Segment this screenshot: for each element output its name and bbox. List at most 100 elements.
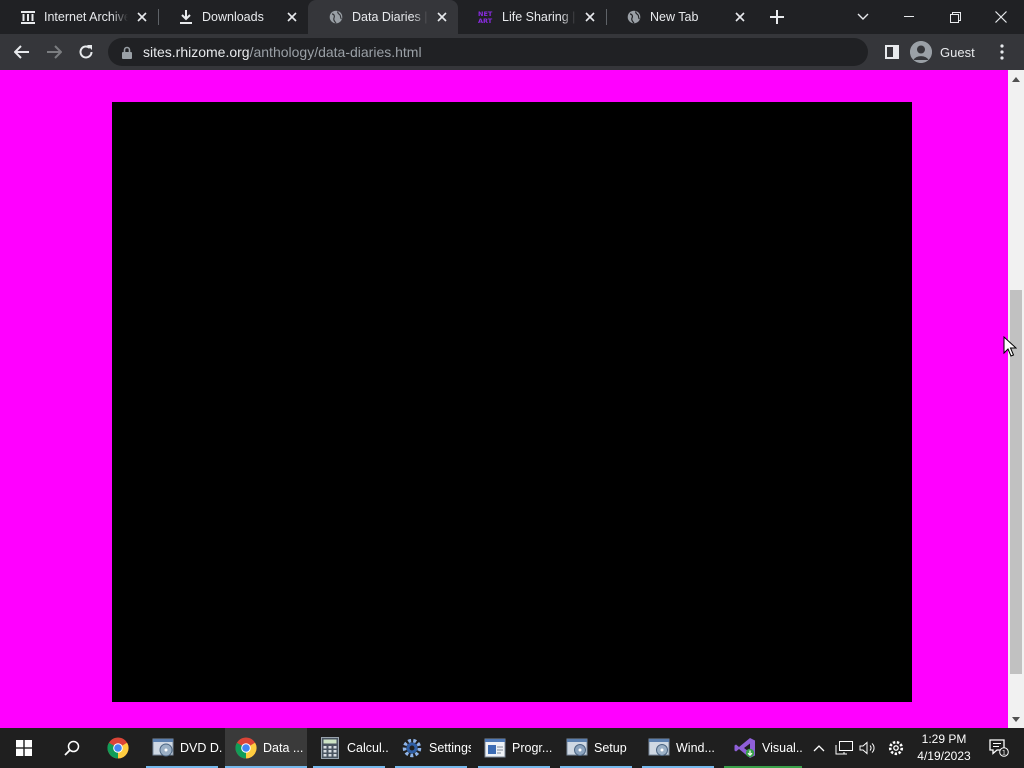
chevron-down-icon: [857, 13, 869, 20]
profile-name: Guest: [940, 44, 975, 60]
minimize-icon: [904, 16, 914, 17]
tab-search-button[interactable]: [840, 0, 886, 34]
net-art-icon: NET ART: [478, 9, 494, 25]
browser-toolbar: sites.rhizome.org/anthology/data-diaries…: [0, 34, 1024, 70]
setup-icon: [566, 737, 588, 759]
programs-icon: [484, 737, 506, 759]
menu-button[interactable]: [988, 38, 1016, 66]
new-tab-button[interactable]: [765, 5, 789, 29]
action-center-button[interactable]: 1: [984, 728, 1014, 768]
artwork-canvas[interactable]: [112, 102, 912, 702]
restore-icon: [949, 11, 961, 23]
network-icon: [835, 741, 853, 755]
windows-logo-icon: [16, 740, 32, 756]
url-host: sites.rhizome.org: [143, 44, 250, 60]
profile-button[interactable]: Guest: [910, 39, 983, 65]
tab-strip: Internet Archive: ... Downloads Data Dia…: [0, 0, 1024, 34]
scroll-up-arrow[interactable]: [1008, 72, 1024, 86]
vertical-scrollbar[interactable]: [1008, 70, 1024, 728]
speaker-icon: [859, 741, 875, 755]
taskbar-app-label: Visual...: [762, 741, 802, 755]
tab-data-diaries[interactable]: Data Diaries | Net Art: [308, 0, 458, 34]
taskbar-app-programs[interactable]: Progr...: [474, 728, 554, 768]
globe-icon: [626, 9, 642, 25]
reload-button[interactable]: [72, 38, 100, 66]
triangle-up-icon: [1012, 76, 1020, 82]
scroll-down-arrow[interactable]: [1008, 712, 1024, 726]
taskbar-app-windows-installer[interactable]: Wind...: [638, 728, 718, 768]
show-hidden-icons-button[interactable]: [808, 728, 830, 768]
taskbar-app-chrome-active[interactable]: Data ...: [225, 728, 307, 768]
tab-life-sharing[interactable]: NETART Life Sharing | Net Art: [458, 0, 606, 34]
tab-label: New Tab: [650, 10, 699, 24]
notification-icon: 1: [989, 739, 1009, 757]
tab-label: Data Diaries | Net Art: [352, 10, 428, 24]
tab-new-tab[interactable]: New Tab: [606, 0, 756, 34]
close-icon[interactable]: [732, 9, 748, 25]
taskbar-app-calculator[interactable]: Calcul...: [309, 728, 389, 768]
settings-gear-icon: [401, 737, 423, 759]
taskbar-app-label: Progr...: [512, 741, 553, 755]
taskbar-app-settings[interactable]: Settings: [391, 728, 471, 768]
kebab-menu-icon: [1000, 44, 1004, 60]
globe-icon: [328, 9, 344, 25]
taskbar-chrome-pinned[interactable]: [96, 728, 140, 768]
close-icon[interactable]: [284, 9, 300, 25]
taskbar-app-label: Settings: [429, 741, 471, 755]
download-icon: [178, 9, 194, 25]
chrome-icon: [107, 737, 129, 759]
network-button[interactable]: [832, 728, 856, 768]
page-viewport: [0, 70, 1008, 728]
lock-icon: [122, 45, 134, 59]
restore-button[interactable]: [932, 0, 978, 34]
tab-internet-archive[interactable]: Internet Archive: ...: [0, 0, 158, 34]
windows-installer-icon: [648, 737, 670, 759]
taskbar-app-label: Setup: [594, 741, 627, 755]
close-icon[interactable]: [134, 9, 150, 25]
calculator-icon: [319, 737, 341, 759]
gear-icon: [888, 740, 904, 756]
side-panel-icon: [885, 45, 899, 59]
triangle-down-icon: [1012, 716, 1020, 722]
avatar-icon: [910, 41, 932, 63]
volume-button[interactable]: [856, 728, 880, 768]
visual-studio-icon: [734, 737, 756, 759]
forward-button[interactable]: [40, 38, 68, 66]
close-window-button[interactable]: [978, 0, 1024, 34]
back-button[interactable]: [8, 38, 36, 66]
system-clock[interactable]: 1:29 PM 4/19/2023: [913, 731, 975, 765]
close-icon[interactable]: [434, 9, 450, 25]
notification-badge: 1: [1002, 749, 1006, 757]
plus-icon: [770, 10, 784, 24]
clock-date: 4/19/2023: [917, 749, 971, 763]
tab-label: Internet Archive: ...: [44, 10, 128, 24]
url-path: /anthology/data-diaries.html: [249, 44, 422, 60]
close-icon: [995, 11, 1007, 23]
archive-icon: [20, 9, 36, 25]
minimize-button[interactable]: [886, 0, 932, 34]
tray-settings-button[interactable]: [884, 728, 908, 768]
clock-time: 1:29 PM: [921, 732, 967, 746]
taskbar-app-label: Calcul...: [347, 741, 389, 755]
chevron-up-icon: [813, 744, 825, 751]
mouse-cursor-icon: [1003, 336, 1017, 357]
taskbar-app-dvd[interactable]: DVD D...: [142, 728, 222, 768]
tab-downloads[interactable]: Downloads: [158, 0, 308, 34]
tab-label: Downloads: [202, 10, 264, 24]
taskbar-app-setup[interactable]: Setup: [556, 728, 636, 768]
side-panel-button[interactable]: [878, 38, 906, 66]
search-icon: [64, 740, 80, 756]
taskbar-app-label: DVD D...: [180, 741, 222, 755]
address-bar[interactable]: sites.rhizome.org/anthology/data-diaries…: [108, 38, 868, 66]
reload-icon: [79, 45, 93, 59]
chrome-icon: [235, 737, 257, 759]
close-icon[interactable]: [582, 9, 598, 25]
dvd-installer-icon: [152, 737, 174, 759]
windows-taskbar: DVD D... Data ... Calcul... Settings Pro…: [0, 728, 1024, 768]
svg-text:ART: ART: [478, 17, 493, 24]
taskbar-app-visual-studio[interactable]: Visual...: [724, 728, 802, 768]
tab-label: Life Sharing | Net Art: [502, 10, 576, 24]
start-button[interactable]: [0, 728, 48, 768]
taskbar-app-label: Wind...: [676, 741, 715, 755]
taskbar-search-button[interactable]: [48, 728, 96, 768]
